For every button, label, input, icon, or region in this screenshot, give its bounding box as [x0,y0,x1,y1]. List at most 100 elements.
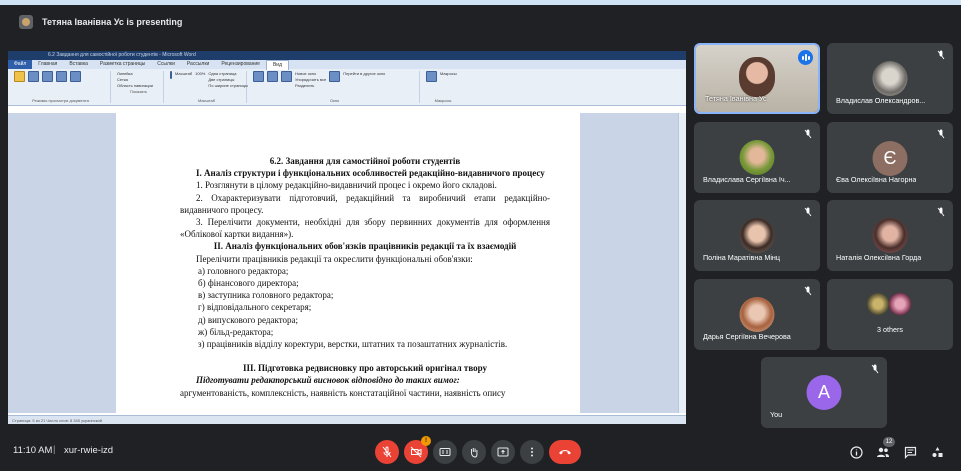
participant-name: Владислава Сергіївна Іч... [703,175,791,184]
mic-toggle-button[interactable] [375,440,399,464]
present-screen-button[interactable] [491,440,515,464]
others-avatar-1 [867,293,889,315]
tab-insert: Вставка [69,61,88,67]
chat-icon [904,446,916,459]
mic-off-icon [937,129,945,139]
participant-avatar [739,297,775,332]
doc-list-item: д) випускового редактора; [198,314,299,325]
activities-icon [932,446,942,457]
chat-button[interactable] [901,443,919,461]
mic-off-icon [804,129,812,139]
tab-review: Рецензирование [221,61,260,67]
clock: 11:10 AM [13,445,53,456]
activities-button[interactable] [928,443,946,461]
participant-tile-self[interactable]: A You [761,357,887,428]
word-ribbon-tabs: Файл Главная Вставка Разметка страницы С… [8,59,686,70]
word-titlebar: 6.2 Завдання для самостійної роботи студ… [8,51,686,60]
doc-list-item: а) головного редактора; [198,265,289,276]
participant-tile[interactable]: Владислав Олександров... [827,43,953,114]
raise-hand-button[interactable] [462,440,486,464]
participant-avatar [739,140,775,175]
others-label: 3 others [877,325,903,334]
presenting-banner: Тетяна Іванівна Ус is presenting [0,5,961,39]
doc-item: 1. Розглянути в цілому редакційно-видавн… [196,180,497,191]
ribbon-group-window: Новое окно Упорядочить все Разделить Пер… [250,71,420,103]
meeting-code: xur-rwie-izd [64,445,114,456]
camera-toggle-button[interactable]: ! [404,436,431,464]
tab-file: Файл [8,60,33,69]
people-icon [877,447,889,457]
doc-item: 3. Перелічити документи, необхідні для з… [180,217,550,240]
doc-section3-text: аргументованість, комплексність, наявніс… [180,387,506,398]
word-statusbar: Страница: 5 из 21 Число слов: 8 345 укра… [8,415,686,424]
participant-tile[interactable]: Владислава Сергіївна Іч... [694,122,820,193]
participant-initial-avatar: Є [872,141,908,176]
doc-list-item: б) фінансового директора; [198,278,299,289]
doc-section3-italic: Підготувати редакторський висновок відпо… [196,375,460,386]
mic-off-icon [804,207,812,217]
participant-avatar [872,218,908,253]
participant-tile[interactable]: Наталія Олексіївна Горда [827,200,953,271]
participant-name: Тетяна Іванівна Ус [705,94,767,103]
tab-home: Главная [38,61,58,67]
mic-off-icon [804,286,812,296]
participant-tile[interactable]: Поліна Маратівна Мінц [694,200,820,271]
presenter-face [739,57,775,97]
participant-tile[interactable]: Дарья Сергіївна Вечерова [694,279,820,350]
tab-mailings: Рассылки [186,61,210,67]
document-area: 6.2. Завдання для самостійної роботи сту… [8,113,686,413]
participants-count-badge: 12 [883,437,895,447]
captions-icon [439,448,451,456]
doc-list-item: ж) більд-редактора; [198,326,274,337]
participant-name: You [770,410,783,419]
doc-item: 2. Охарактеризувати підготовчий, редакці… [180,192,550,215]
word-scrollbar [678,113,686,413]
presenter-avatar [19,15,33,29]
present-icon [497,447,509,457]
doc-list-item: в) заступника головного редактора; [198,290,334,301]
captions-button[interactable] [433,440,457,464]
tab-references: Ссылки [157,61,175,67]
end-call-icon [559,450,571,455]
word-ribbon: Режимы просмотра документа Линейка Сетка… [8,69,686,106]
separator: | [53,444,56,455]
meeting-details-button[interactable] [847,443,865,461]
ribbon-group-zoom: Масштаб 100% Одна страница Две страницы … [167,71,248,103]
doc-heading: 6.2. Завдання для самостійної роботи сту… [269,156,461,166]
doc-list-item: з) працівників відділу коректури, верстк… [198,339,508,350]
mic-off-icon [382,446,392,458]
document-page: 6.2. Завдання для самостійної роботи сту… [116,113,580,413]
tab-layout: Разметка страницы [99,61,146,67]
ribbon-group-views: Режимы просмотра документа [11,71,111,103]
speaking-indicator-icon [798,50,813,65]
doc-section3-title: III. Підготовка редвисновку про авторськ… [242,363,488,374]
participant-name: Наталія Олексіївна Горда [836,253,922,262]
camera-off-icon [410,446,422,458]
bottom-toolbar: 11:10 AM | xur-rwie-izd ! 12 [0,432,961,471]
shared-screen[interactable]: 6.2 Завдання для самостійної роботи студ… [8,51,686,424]
participant-tile-others[interactable]: 3 others [827,279,953,350]
doc-section2-intro: Перелічити працівників редакції та окрес… [196,253,473,264]
participant-avatar [872,61,908,96]
participant-avatar [739,218,775,253]
more-vert-icon [531,447,533,457]
self-initial-avatar: A [806,375,842,410]
participant-tile-presenter[interactable]: Тетяна Іванівна Ус [694,43,820,114]
more-options-button[interactable] [520,440,544,464]
ribbon-group-macros: Макросы Макросы [423,71,463,103]
mic-off-icon [871,364,879,374]
camera-warning-badge: ! [421,436,431,446]
participant-tile[interactable]: Є Єва Олексіївна Нагорна [827,122,953,193]
others-avatar-2 [889,293,911,315]
tab-view: Вид [265,59,289,70]
doc-section1-title: I. Аналіз структури і функціональних осо… [196,168,545,179]
participant-name: Єва Олексіївна Нагорна [836,175,917,184]
presenting-text: Тетяна Іванівна Ус is presenting [42,17,183,27]
leave-call-button[interactable] [549,440,581,464]
ribbon-group-show: Линейка Сетка Область навигации Показать [114,71,164,103]
participant-name: Дарья Сергіївна Вечерова [703,332,791,341]
mic-off-icon [937,207,945,217]
people-button[interactable]: 12 [874,437,895,461]
participant-name: Поліна Маратівна Мінц [703,253,781,262]
doc-list-item: г) відповідального секретаря; [198,302,312,313]
